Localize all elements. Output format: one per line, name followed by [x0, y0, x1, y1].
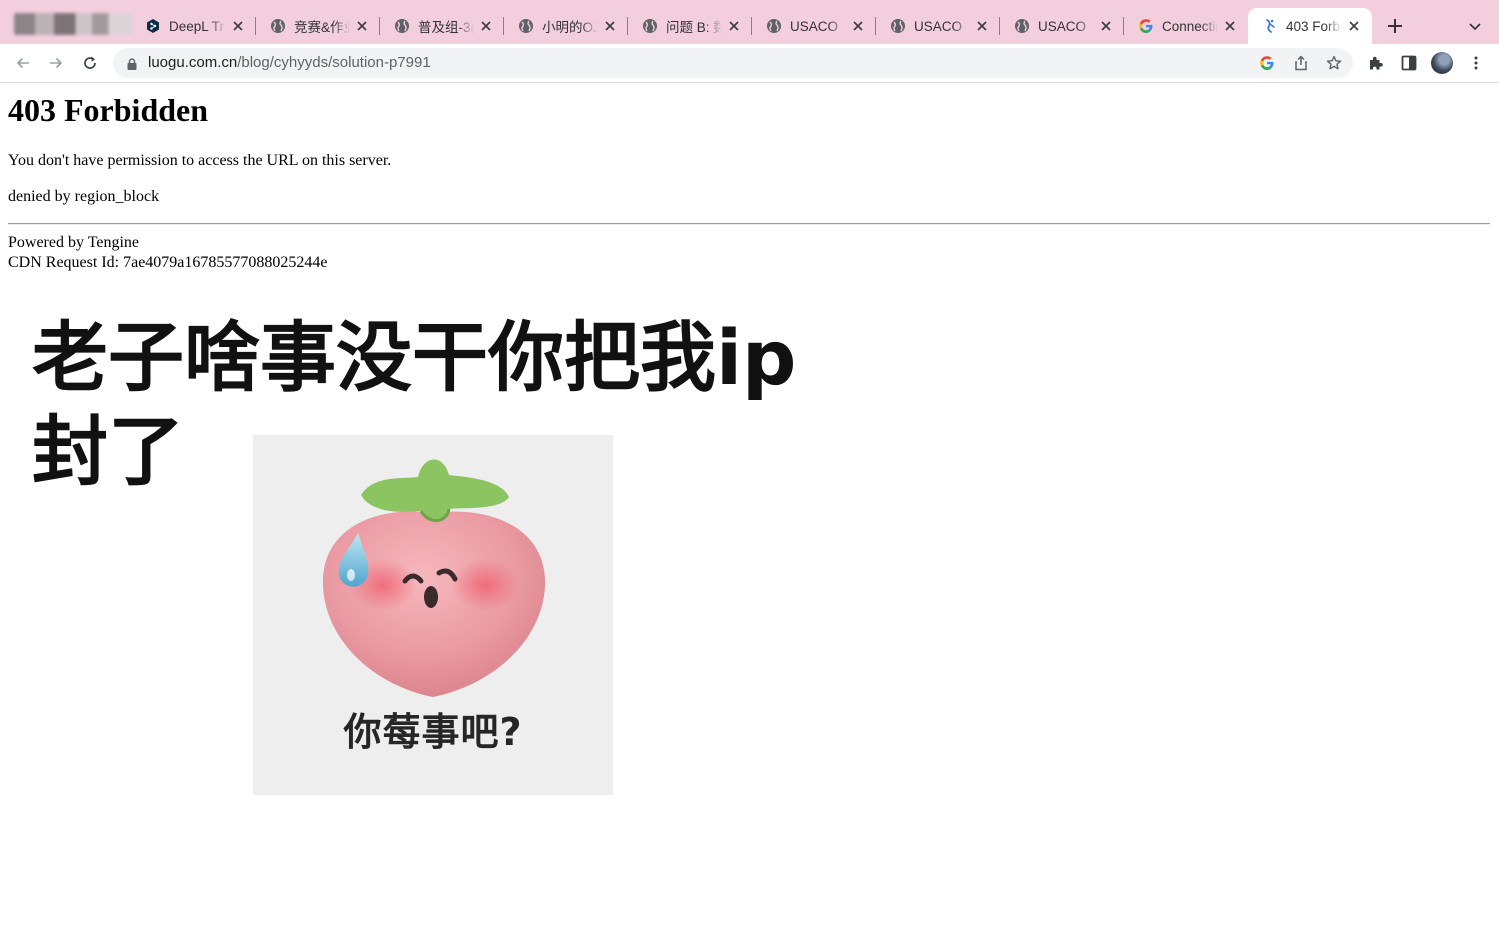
tab-title: 403 Forbi [1286, 18, 1342, 34]
browser-tab-problem-b[interactable]: 问题 B: 数 [628, 8, 752, 44]
luogu-icon [1262, 18, 1278, 34]
browser-tab-usaco[interactable]: USACO [876, 8, 1000, 44]
tab-title: Connectin [1162, 18, 1218, 34]
browser-tab-popularization[interactable]: 普及组-3( [380, 8, 504, 44]
url-path: /blog/cyhyyds/solution-p7991 [237, 54, 431, 71]
denial-reason: denied by region_block [8, 188, 160, 205]
globe-icon [642, 18, 658, 34]
sticker-caption: 你莓事吧? [343, 710, 523, 754]
reload-icon[interactable] [79, 52, 101, 74]
browser-tab-xiaoming-oj[interactable]: 小明的OJ [504, 8, 628, 44]
error-heading: 403 Forbidden [8, 92, 209, 128]
close-tab-icon[interactable] [230, 18, 246, 34]
globe-icon [394, 18, 410, 34]
page-content: 403 Forbidden You don't have permission … [0, 83, 1499, 937]
tab-title: 问题 B: 数 [666, 20, 722, 35]
lock-icon[interactable] [125, 56, 139, 70]
tab-title: USACO [914, 18, 963, 34]
tab-title: 小明的OJ [542, 20, 598, 35]
close-tab-icon[interactable] [1222, 18, 1238, 34]
close-tab-icon[interactable] [1346, 18, 1362, 34]
google-translate-icon[interactable] [1258, 54, 1276, 72]
server-signature: Powered by Tengine [8, 234, 139, 251]
more-menu-kebab-icon[interactable] [1466, 53, 1486, 73]
globe-icon [1014, 18, 1030, 34]
deepl-icon [145, 18, 161, 34]
close-tab-icon[interactable] [1098, 18, 1114, 34]
forward-arrow-icon[interactable] [45, 52, 67, 74]
browser-tab-403-active[interactable]: 403 Forbi [1248, 8, 1372, 44]
profile-avatar[interactable] [1431, 52, 1453, 74]
browser-tab-usaco[interactable]: USACO [752, 8, 876, 44]
url-domain: luogu.com.cn [148, 54, 238, 71]
google-icon [1138, 18, 1154, 34]
tab-search-chevron-down-icon[interactable] [1466, 17, 1484, 35]
close-tab-icon[interactable] [354, 18, 370, 34]
browser-toolbar: luogu.com.cn/blog/cyhyyds/solution-p7991 [0, 44, 1499, 83]
close-tab-icon[interactable] [478, 18, 494, 34]
globe-icon [890, 18, 906, 34]
tab-title: 普及组-3( [418, 20, 474, 35]
tab-title: DeepL Tr [169, 18, 225, 34]
globe-icon [270, 18, 286, 34]
strawberry-sticker-image: 你莓事吧? [253, 435, 613, 795]
blurred-profile-area [14, 13, 132, 35]
error-message: You don't have permission to access the … [8, 152, 392, 169]
cdn-request-id: CDN Request Id: 7ae4079a1678557708802524… [8, 254, 328, 271]
close-tab-icon[interactable] [602, 18, 618, 34]
close-tab-icon[interactable] [974, 18, 990, 34]
close-tab-icon[interactable] [850, 18, 866, 34]
close-tab-icon[interactable] [726, 18, 742, 34]
tab-title: 竞赛&作业 [294, 20, 350, 35]
share-icon[interactable] [1292, 54, 1310, 72]
horizontal-rule [8, 223, 1490, 225]
globe-icon [766, 18, 782, 34]
address-bar[interactable]: luogu.com.cn/blog/cyhyyds/solution-p7991 [113, 48, 1353, 78]
browser-tab-deepl[interactable]: DeepL Tr [131, 8, 256, 44]
browser-tab-usaco[interactable]: USACO [1000, 8, 1124, 44]
browser-tab-connecting[interactable]: Connectin [1124, 8, 1248, 44]
bookmark-star-icon[interactable] [1325, 54, 1343, 72]
tab-title: USACO [790, 18, 839, 34]
url-text[interactable]: luogu.com.cn/blog/cyhyyds/solution-p7991 [148, 54, 431, 71]
browser-tab-contest[interactable]: 竞赛&作业 [256, 8, 380, 44]
globe-icon [518, 18, 534, 34]
side-panel-icon[interactable] [1399, 53, 1419, 73]
tab-title: USACO [1038, 18, 1087, 34]
new-tab-plus-icon[interactable] [1384, 15, 1406, 37]
extensions-puzzle-icon[interactable] [1366, 53, 1386, 73]
back-arrow-icon[interactable] [12, 52, 34, 74]
tab-strip: DeepL Tr 竞赛&作业 普及组-3( 小明的OJ 问题 B: 数 [0, 0, 1499, 44]
